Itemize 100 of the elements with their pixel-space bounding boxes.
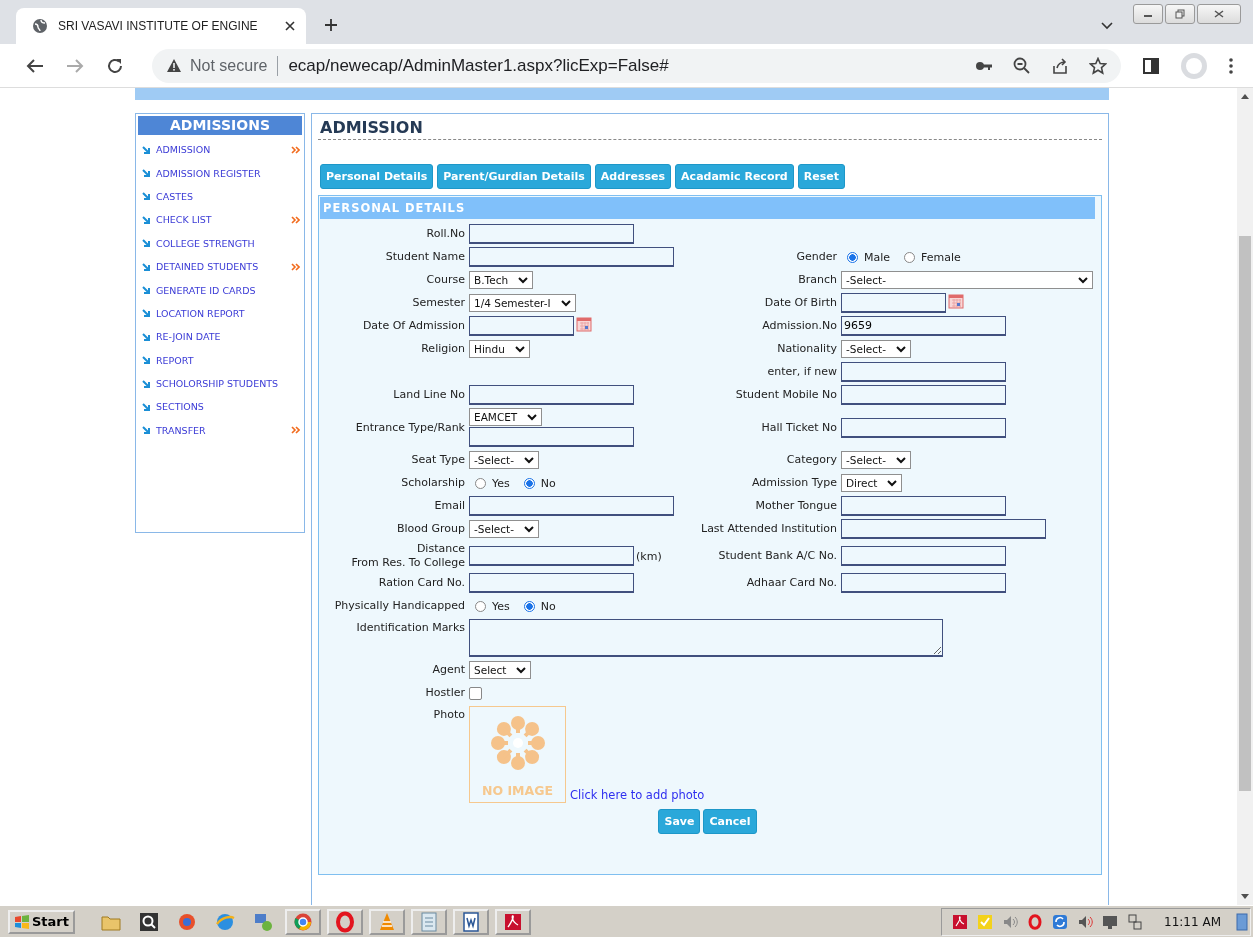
dropdown[interactable]: EAMCET: [469, 408, 543, 426]
dropdown[interactable]: 1/4 Semester-I: [469, 294, 576, 312]
back-icon[interactable]: [26, 57, 44, 74]
input-field[interactable]: [841, 573, 1006, 593]
caret-icon: [887, 479, 898, 487]
add-photo-link[interactable]: Click here to add photo: [570, 788, 705, 802]
field-label: Student Bank A/C No.: [717, 549, 837, 563]
plus-icon[interactable]: [324, 18, 338, 32]
field-label: Student Name: [384, 250, 465, 264]
scroll-up-icon[interactable]: [1241, 94, 1249, 99]
input-field[interactable]: [469, 546, 634, 566]
input-field[interactable]: [841, 362, 1006, 382]
sidebar-link[interactable]: RE-JOIN DATE: [156, 331, 302, 343]
dropdown[interactable]: B.Tech: [469, 271, 534, 289]
radio-button[interactable]: [847, 251, 858, 263]
input-field[interactable]: [469, 247, 674, 267]
field-label: Hall Ticket No: [760, 420, 837, 435]
dropdown[interactable]: -Select-: [469, 451, 539, 469]
option-label: No: [540, 599, 556, 613]
option-label: No: [540, 476, 556, 490]
chevron-down-icon[interactable]: [1101, 22, 1113, 30]
start-button[interactable]: Start: [8, 909, 75, 934]
sidebar-link[interactable]: CASTES: [156, 190, 302, 202]
dropdown[interactable]: -Select-: [841, 271, 1093, 289]
input-field[interactable]: [469, 224, 634, 244]
side-panel-icon[interactable]: [1143, 57, 1159, 74]
scroll-down-icon[interactable]: [1241, 894, 1249, 899]
input-field[interactable]: [469, 427, 634, 447]
input-field[interactable]: [841, 417, 1006, 438]
dropdown[interactable]: Select: [469, 661, 532, 679]
field-label: Roll.No: [425, 227, 465, 241]
input-field[interactable]: [841, 519, 1046, 539]
reload-icon[interactable]: [106, 56, 124, 75]
input-field[interactable]: 9659: [841, 316, 1006, 336]
scrollbar[interactable]: [1237, 88, 1253, 905]
sidebar-title: ADMISSIONS: [138, 116, 302, 135]
ring-icon[interactable]: [1027, 913, 1044, 930]
dropdown[interactable]: -Select-: [841, 451, 911, 469]
star-icon[interactable]: [1089, 56, 1107, 75]
sync-icon[interactable]: [1052, 913, 1069, 930]
sidebar-link[interactable]: ADMISSION REGISTER: [156, 167, 302, 179]
key-icon[interactable]: [975, 60, 993, 71]
check-icon[interactable]: [977, 913, 994, 930]
dropdown[interactable]: Hindu: [469, 340, 530, 358]
sidebar-link[interactable]: SCHOLORSHIP STUDENTS: [156, 378, 302, 390]
dropdown[interactable]: Direct: [841, 474, 903, 492]
url-text: ecap/newecap/AdminMaster1.aspx?licExp=False#: [288, 55, 669, 76]
arrow-icon: [142, 356, 150, 365]
close-button[interactable]: [1197, 4, 1241, 24]
option-label: Female: [921, 250, 961, 264]
search-icon[interactable]: [138, 910, 160, 933]
dropdown[interactable]: -Select-: [841, 340, 911, 358]
share-icon[interactable]: [1051, 56, 1069, 75]
input-field[interactable]: [841, 496, 1006, 516]
close-icon[interactable]: [284, 20, 296, 32]
radio-button[interactable]: [523, 600, 535, 612]
option-label: Yes: [492, 599, 510, 613]
unit-label: (km): [636, 549, 662, 563]
close-icon: [1214, 10, 1224, 18]
text-area[interactable]: [469, 619, 943, 657]
address-bar[interactable]: Not secure ecap/newecap/AdminMaster1.aspx?licExp=False#: [152, 48, 1121, 83]
sidebar-link[interactable]: COLLEGE STRENGTH: [156, 237, 302, 249]
menu-icon[interactable]: [1229, 57, 1233, 74]
sidebar-link[interactable]: TRANSFER: [156, 424, 285, 436]
ring-icon[interactable]: [334, 910, 356, 933]
input-field[interactable]: [469, 316, 574, 336]
radio-button[interactable]: [475, 600, 486, 612]
input-field[interactable]: [841, 546, 1006, 566]
caret-icon: [518, 276, 529, 284]
document-icon[interactable]: [460, 910, 482, 933]
sidebar-link[interactable]: GENERATE ID CARDS: [156, 284, 302, 296]
radio-button[interactable]: [904, 251, 916, 263]
caret-icon: [524, 525, 534, 533]
monitor-icon[interactable]: [1102, 913, 1119, 930]
radio-button[interactable]: [475, 477, 486, 489]
minimize-button[interactable]: [1133, 4, 1163, 24]
field-label: Course: [425, 273, 465, 287]
restore-icon: [1175, 9, 1185, 19]
input-field[interactable]: [469, 496, 674, 516]
input-field[interactable]: [841, 385, 1006, 405]
sidebar-link[interactable]: REPORT: [156, 354, 302, 366]
pdf-icon[interactable]: [952, 913, 969, 930]
scroll-thumb[interactable]: [1239, 236, 1251, 791]
arrow-icon: [142, 169, 150, 178]
calendar-icon[interactable]: [576, 316, 592, 332]
sidebar-link[interactable]: CHECK LIST: [156, 214, 285, 226]
sidebar-link[interactable]: DETAINED STUDENTS: [156, 261, 285, 273]
calendar-icon[interactable]: [948, 293, 964, 309]
input-field[interactable]: [469, 573, 634, 593]
sidebar-link[interactable]: LOCATION REPORT: [156, 307, 302, 319]
radio-button[interactable]: [523, 477, 535, 489]
sidebar-link[interactable]: ADMISSION: [156, 144, 285, 156]
zoom-out-icon[interactable]: [1013, 56, 1031, 75]
dropdown[interactable]: -Select-: [469, 520, 539, 538]
checkbox[interactable]: [469, 686, 482, 700]
browser-tab[interactable]: SRI VASAVI INSTITUTE OF ENGINE: [16, 8, 306, 44]
input-field[interactable]: [469, 385, 634, 405]
caret-icon: [516, 666, 527, 674]
sidebar-link[interactable]: SECTIONS: [156, 401, 302, 413]
input-field[interactable]: [841, 293, 946, 313]
